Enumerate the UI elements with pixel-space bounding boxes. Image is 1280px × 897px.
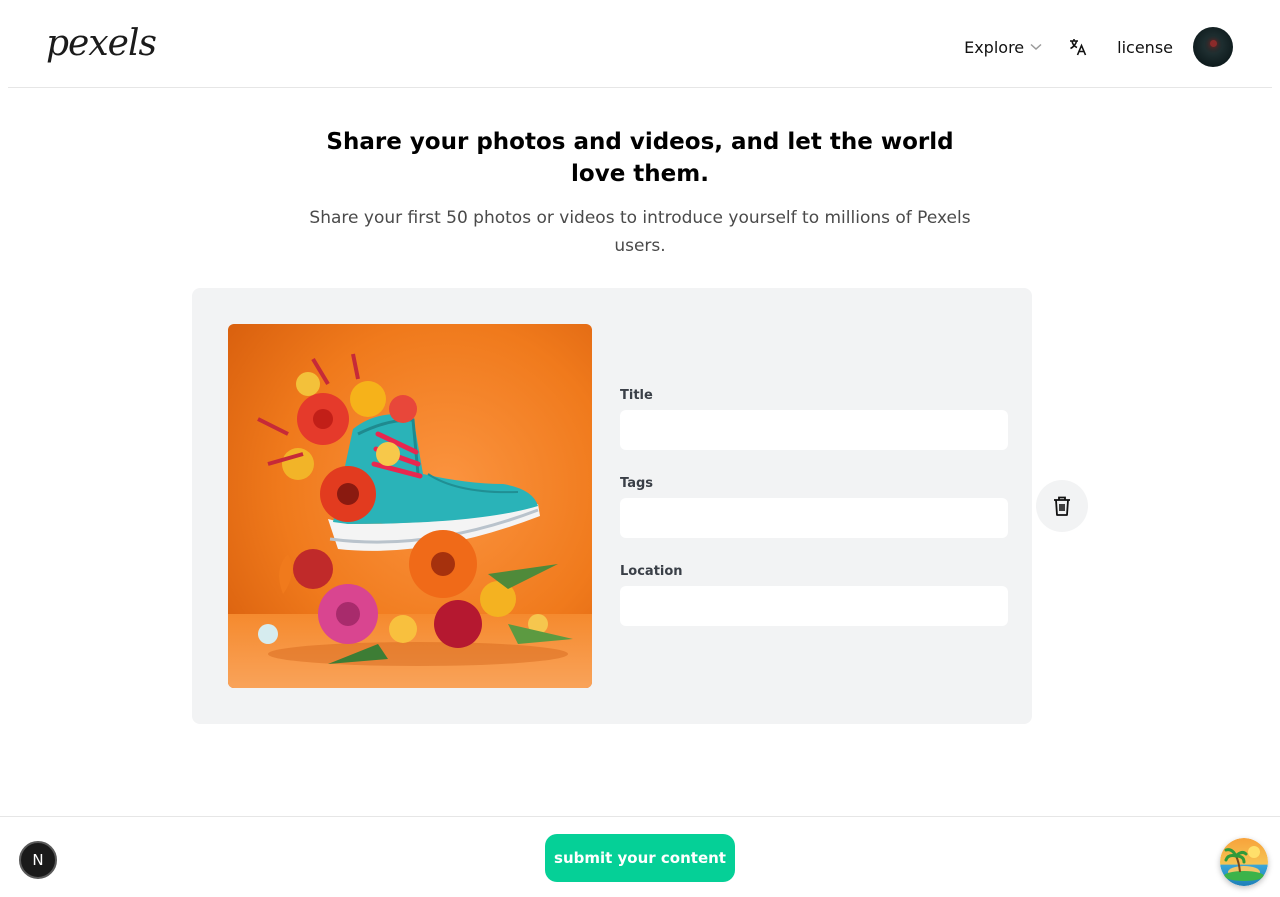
tags-label: Tags xyxy=(620,476,654,491)
delete-photo-button[interactable] xyxy=(1036,480,1088,532)
explore-menu[interactable]: Explore xyxy=(964,38,1042,57)
license-link[interactable]: license xyxy=(1117,38,1173,57)
translate-icon[interactable] xyxy=(1068,37,1088,57)
title-input[interactable] xyxy=(620,410,1008,450)
top-header: pexels Explore license xyxy=(8,0,1272,88)
page-subtitle: Share your first 50 photos or videos to … xyxy=(309,208,971,256)
uploaded-photo-preview xyxy=(228,324,592,688)
submit-content-button[interactable]: submit your content xyxy=(545,834,735,882)
title-label: Title xyxy=(620,388,653,403)
location-label: Location xyxy=(620,564,683,579)
island-icon[interactable] xyxy=(1220,838,1268,886)
n-badge-button[interactable]: N xyxy=(19,841,57,879)
chevron-down-icon xyxy=(1030,43,1042,51)
trash-icon xyxy=(1054,496,1070,516)
user-avatar[interactable] xyxy=(1193,27,1233,67)
tags-input[interactable] xyxy=(620,498,1008,538)
pexels-logo[interactable]: pexels xyxy=(46,22,157,66)
explore-label: Explore xyxy=(964,37,1025,57)
submit-footer: N submit your content xyxy=(0,816,1280,897)
page-title: Share your photos and videos, and let th… xyxy=(326,129,954,187)
upload-card: Title Tags Location xyxy=(192,288,1032,724)
location-input[interactable] xyxy=(620,586,1008,626)
main-nav: Explore license xyxy=(964,27,1233,67)
